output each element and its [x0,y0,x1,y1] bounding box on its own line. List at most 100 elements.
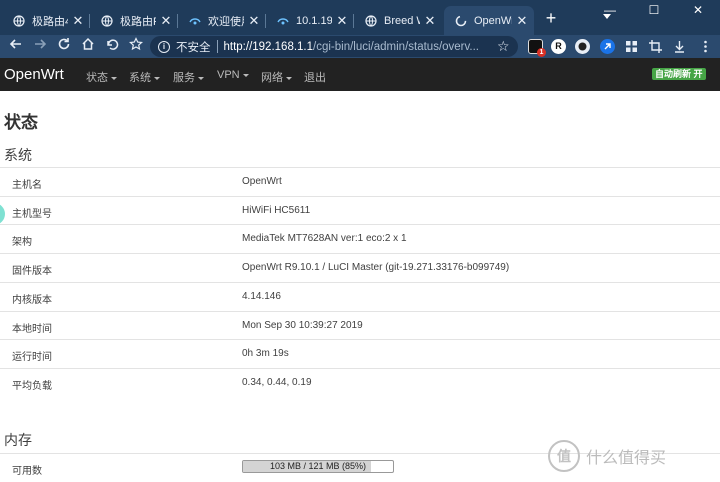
extension-r-icon[interactable]: R [551,39,566,54]
extension-blue-icon[interactable] [600,39,615,54]
menu-vpn[interactable]: VPN [217,69,249,81]
menu-logout[interactable]: 退出 [304,69,326,85]
row-value: OpenWrt [242,176,282,187]
row-key: 主机型号 [12,208,52,220]
section-title-system: 系统 [4,147,32,163]
browser-tab-6-active[interactable]: OpenWrt ✕ [444,6,534,35]
table-row: 平均负载 0.34, 0.44, 0.19 [0,367,720,397]
row-key: 固件版本 [12,266,52,278]
watermark: 值 什么值得买 [548,440,666,472]
address-divider [216,40,218,53]
browser-tab-3[interactable]: 欢迎使用E ✕ [178,6,266,35]
menu-label: 服务 [173,72,195,84]
close-tab-icon[interactable]: ✕ [424,14,436,27]
bookmark-star-icon[interactable] [127,37,145,55]
kebab-menu-icon[interactable] [698,39,713,54]
table-row: 主机名 OpenWrt [0,167,720,196]
maximize-button[interactable]: ☐ [632,0,676,20]
memory-progress-bar: 103 MB / 121 MB (85%) [242,460,394,473]
caret-down-icon [242,73,249,77]
menu-label: 系统 [129,72,151,84]
menu-status[interactable]: 状态 [86,69,117,85]
reload-icon[interactable] [55,37,73,55]
address-bar[interactable]: i 不安全 http://192.168.1.1 /cgi-bin/luci/a… [150,36,518,57]
browser-tab-5[interactable]: Breed We ✕ [354,6,442,35]
back-arrow-icon[interactable] [7,37,25,55]
download-icon[interactable] [672,39,687,54]
table-row: 运行时间 0h 3m 19s [0,339,720,368]
close-tab-icon[interactable]: ✕ [72,14,84,27]
row-key: 架构 [12,237,32,249]
menu-label: 网络 [261,72,283,84]
browser-tab-title: 极路由ROI [120,15,156,28]
row-value: HiWiFi HC5611 [242,204,311,216]
row-key: 内核版本 [12,294,52,306]
browser-toolbar: i 不安全 http://192.168.1.1 /cgi-bin/luci/a… [0,35,720,58]
browser-tab-title: Breed We [384,14,420,27]
globe-icon [12,14,26,28]
browser-tab-title: 10.1.199. [296,14,332,27]
row-key: 本地时间 [12,323,52,335]
url-host: http://192.168.1.1 [223,40,314,53]
openwrt-icon [276,14,290,28]
table-row: 主机型号 HiWiFi HC5611 [0,195,720,225]
close-window-button[interactable]: ✕ [676,0,720,20]
menu-network[interactable]: 网络 [261,69,292,85]
row-key: 可用数 [12,466,42,477]
menu-system[interactable]: 系统 [129,69,160,85]
info-icon[interactable]: i [158,40,170,53]
row-value: 4.14.146 [242,290,281,302]
browser-tab-title: OpenWrt [474,14,512,27]
browser-tab-2[interactable]: 极路由ROI ✕ [90,6,178,35]
openwrt-navbar: OpenWrt 状态 系统 服务 VPN 网络 退出 [0,58,720,91]
row-key: 平均负载 [12,380,52,392]
bookmark-page-star-icon[interactable]: ☆ [497,36,510,56]
page-title: 状态 [4,113,38,132]
auto-refresh-toggle[interactable]: 自动刷新 开 [652,68,706,80]
caret-down-icon [111,76,117,80]
section-title-memory: 内存 [4,432,32,448]
menu-services[interactable]: 服务 [173,69,204,85]
undo-icon[interactable] [103,37,121,55]
table-row: 架构 MediaTek MT7628AN ver:1 eco:2 x 1 [0,224,720,253]
close-tab-icon[interactable]: ✕ [160,14,172,27]
row-value: 0.34, 0.44, 0.19 [242,376,312,388]
browser-tab-4[interactable]: 10.1.199. ✕ [266,6,354,35]
row-value: Mon Sep 30 10:39:27 2019 [242,319,363,331]
new-tab-button[interactable]: + [542,9,560,28]
menu-label: 状态 [86,72,108,84]
row-value: 0h 3m 19s [242,348,289,360]
crop-icon[interactable] [648,39,663,54]
progress-text: 103 MB / 121 MB (85%) [269,461,367,471]
home-icon[interactable] [79,37,97,55]
url-path: /cgi-bin/luci/admin/status/overv... [313,40,479,53]
extension-dot-icon[interactable] [575,39,590,54]
close-tab-icon[interactable]: ✕ [336,14,348,27]
browser-tab-title: 极路由4增 [32,15,68,28]
close-tab-icon[interactable]: ✕ [516,14,528,27]
row-key: 运行时间 [12,352,52,364]
browser-tab-title: 欢迎使用E [208,15,244,28]
minimize-button[interactable]: — [588,0,632,20]
globe-icon [100,14,114,28]
security-label: 不安全 [176,41,211,54]
openwrt-brand[interactable]: OpenWrt [4,66,64,83]
caret-down-icon [198,76,204,80]
menu-label: VPN [217,69,240,81]
watermark-logo: 值 [548,440,580,472]
browser-tab-strip: 极路由4增 ✕ 极路由ROI ✕ 欢迎使用E ✕ 10.1.199. ✕ Bre… [0,0,720,35]
extension-screen-icon[interactable]: 1 [528,39,546,57]
browser-tab-1[interactable]: 极路由4增 ✕ [2,6,90,35]
loading-icon [454,14,468,28]
caret-down-icon [154,76,160,80]
caret-down-icon [286,76,292,80]
extension-grid-icon[interactable] [624,39,639,54]
row-key: 主机名 [12,180,42,191]
table-row: 本地时间 Mon Sep 30 10:39:27 2019 [0,310,720,340]
forward-arrow-icon[interactable] [31,37,49,55]
watermark-text: 什么值得买 [586,450,667,467]
row-value: OpenWrt R9.10.1 / LuCI Master (git-19.27… [242,262,510,274]
table-row: 固件版本 OpenWrt R9.10.1 / LuCI Master (git-1… [0,253,720,282]
close-tab-icon[interactable]: ✕ [248,14,260,27]
table-row: 内核版本 4.14.146 [0,281,720,311]
